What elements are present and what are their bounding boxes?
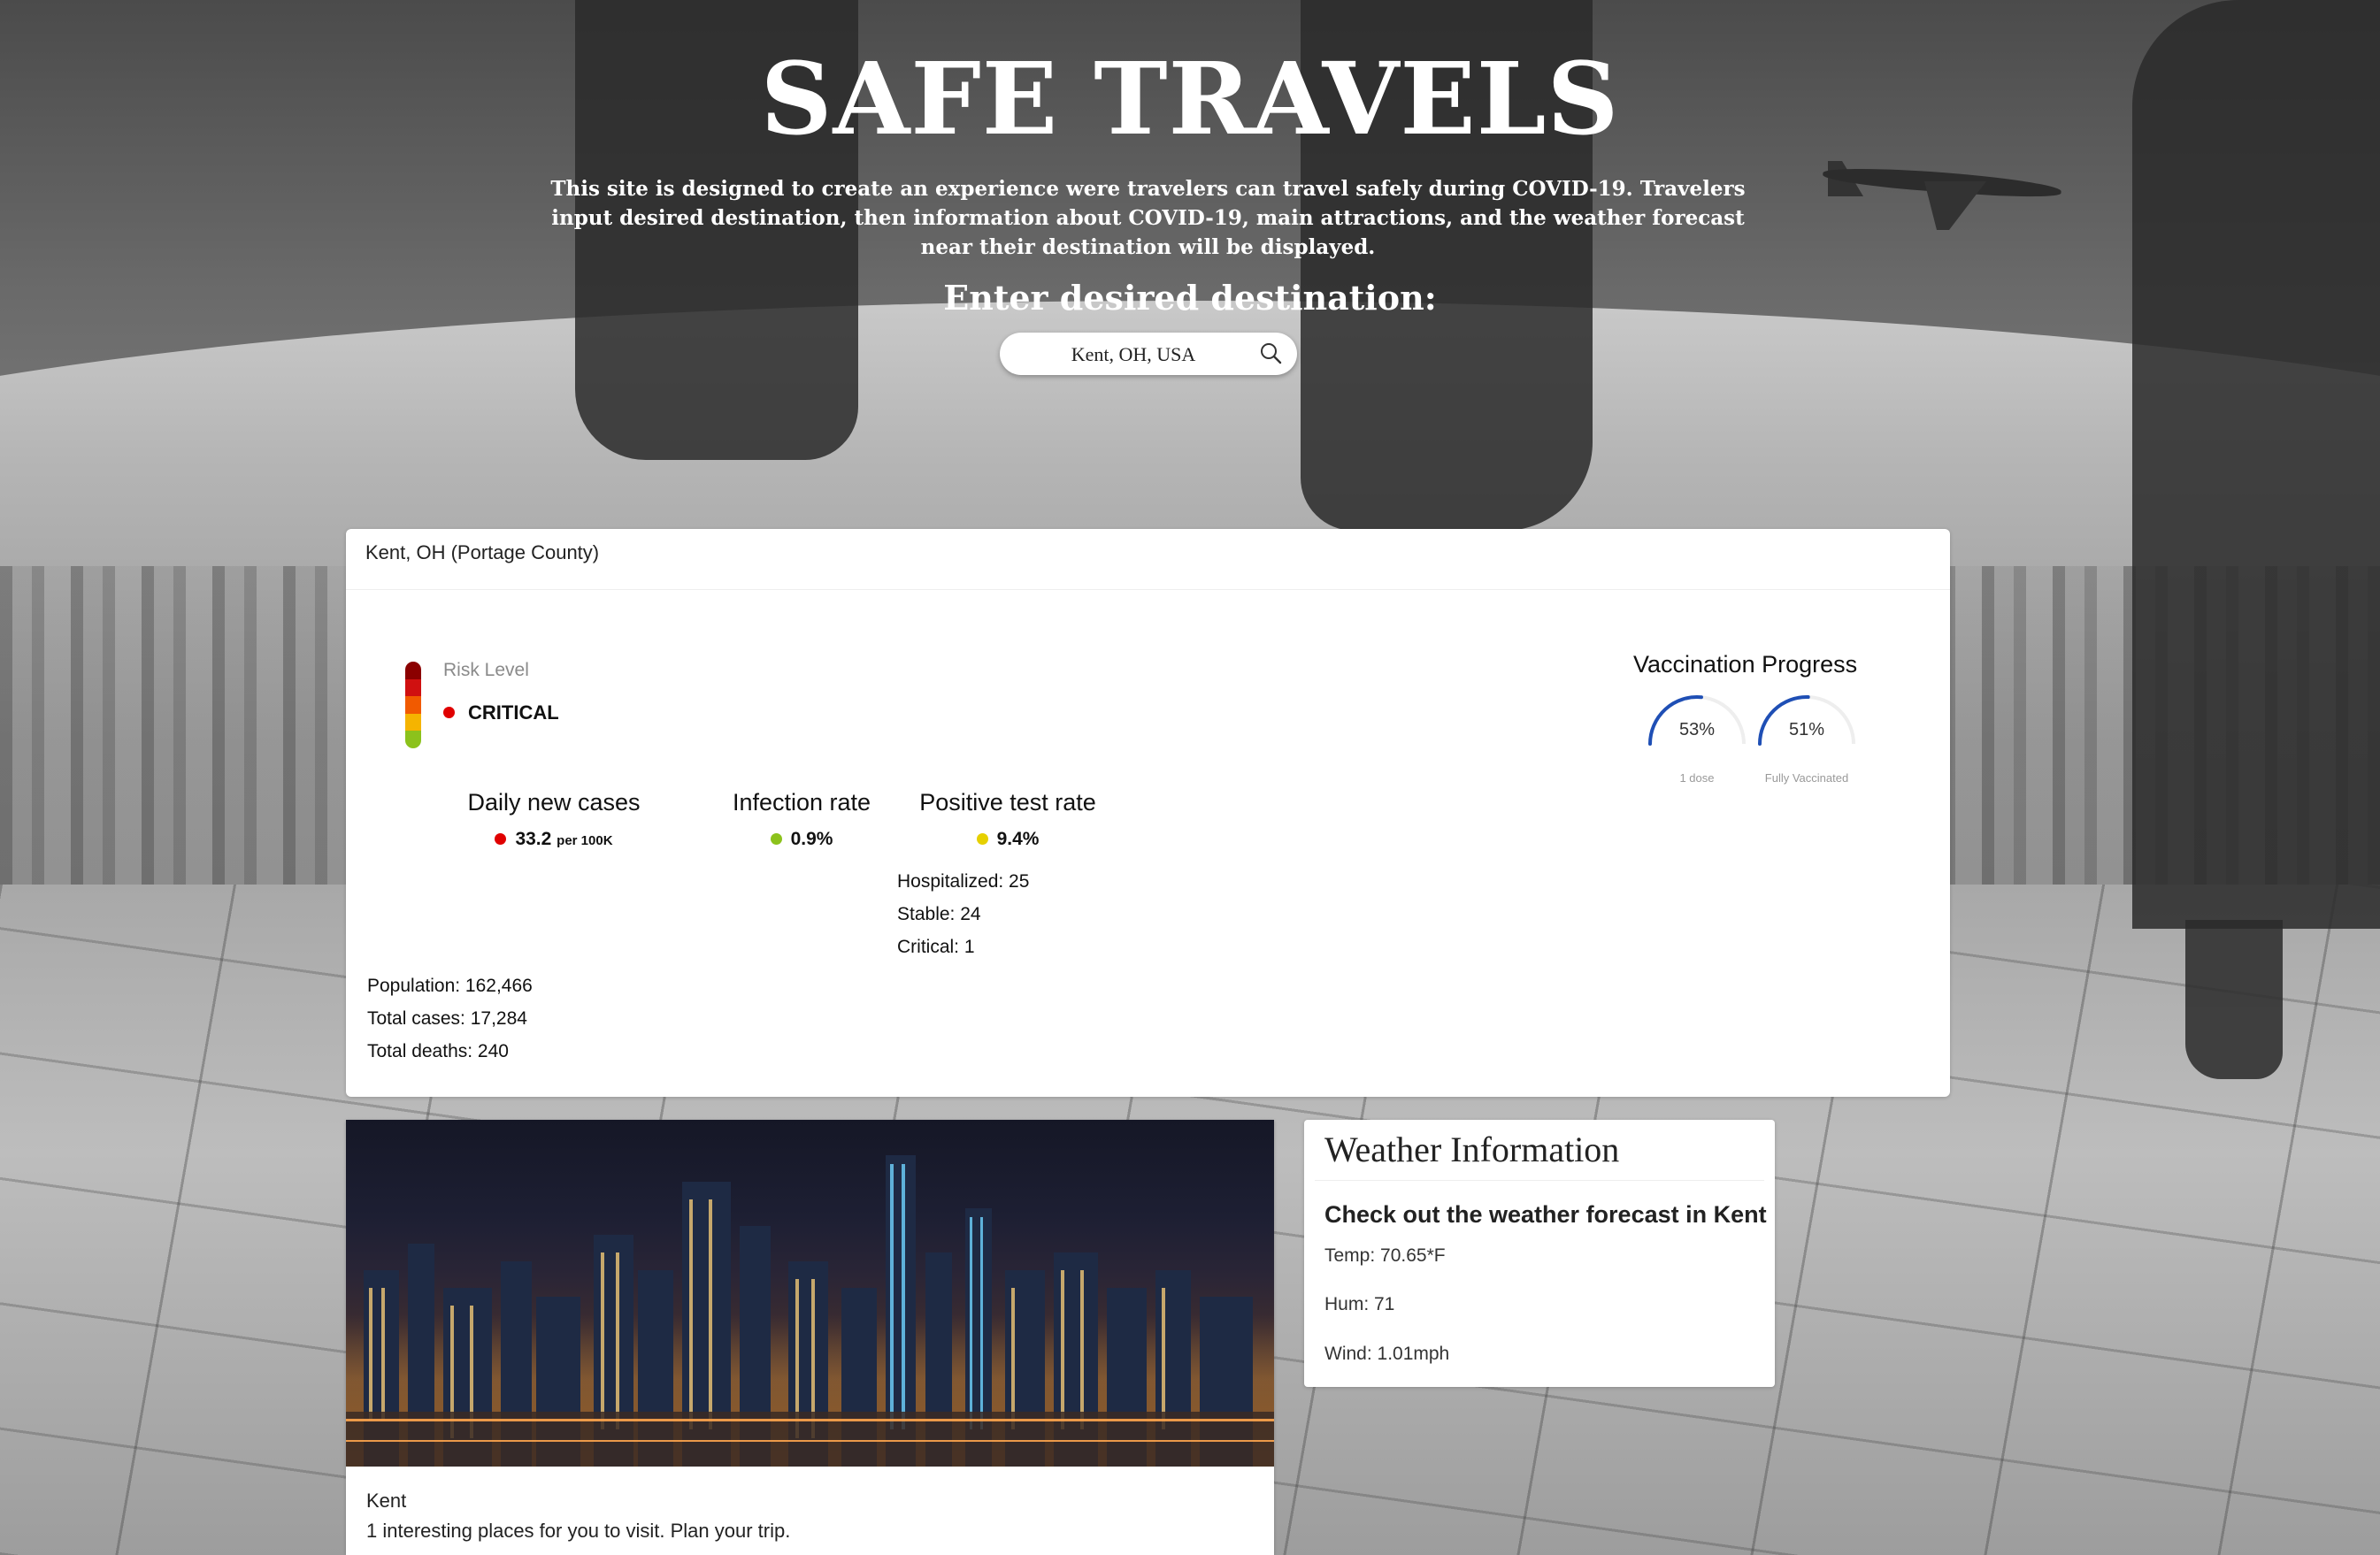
risk-level-value: CRITICAL: [468, 701, 559, 724]
vaccination-gauge-fully: 51% Fully Vaccinated: [1754, 692, 1859, 796]
metric-title: Positive test rate: [919, 789, 1096, 816]
gauge-percent: 53%: [1678, 720, 1716, 739]
gauge-label: Fully Vaccinated: [1764, 771, 1849, 785]
weather-humidity: Hum: 71: [1324, 1294, 1395, 1314]
daily-new-cases-value: 33.2: [515, 829, 552, 849]
hospital-stats: Hospitalized: 25 Stable: 24 Critical: 1: [897, 865, 1029, 963]
risk-level-label: Risk Level: [443, 660, 529, 680]
daily-new-cases-unit: per 100K: [557, 833, 613, 848]
site-description: This site is designed to create an exper…: [550, 177, 1746, 259]
critical-count: Critical: 1: [897, 937, 975, 957]
totals-stats: Population: 162,466 Total cases: 17,284 …: [367, 969, 533, 1068]
attractions-card[interactable]: Kent 1 interesting places for you to vis…: [346, 1120, 1274, 1555]
hospitalized-count: Hospitalized: 25: [897, 871, 1030, 892]
weather-card-title: Weather Information: [1324, 1130, 1620, 1169]
total-cases-count: Total cases: 17,284: [367, 1008, 527, 1029]
metric-status-dot: [770, 833, 782, 845]
risk-scale-segment: [405, 713, 421, 732]
vaccination-gauge-1-dose: 53% 1 dose: [1645, 692, 1749, 796]
gauge-percent: 51%: [1788, 720, 1825, 739]
total-deaths-count: Total deaths: 240: [367, 1041, 509, 1061]
attraction-summary: 1 interesting places for you to visit. P…: [366, 1520, 791, 1542]
weather-card: Weather Information Check out the weathe…: [1304, 1120, 1775, 1387]
destination-search-bar: [1000, 333, 1297, 377]
location-name: Kent, OH (Portage County): [365, 541, 600, 563]
risk-level-scale: [405, 662, 421, 748]
risk-scale-segment: [405, 662, 421, 679]
attraction-city-name: Kent: [366, 1490, 407, 1512]
background-person-leg: [2185, 920, 2283, 1079]
skyline-illustration: [346, 1155, 1274, 1467]
city-skyline-image: [346, 1120, 1274, 1467]
risk-status-dot: [443, 707, 455, 718]
risk-scale-segment: [405, 696, 421, 714]
infection-rate-value: 0.9%: [790, 829, 833, 849]
page-title: SAFE TRAVELS: [760, 42, 1620, 157]
positive-test-rate-value: 9.4%: [996, 829, 1040, 849]
divider: [1315, 1180, 1764, 1181]
metric-value: 9.4%: [857, 829, 1158, 850]
search-icon[interactable]: [1258, 341, 1285, 367]
destination-prompt: Enter desired destination:: [943, 278, 1437, 318]
risk-scale-segment: [405, 731, 421, 748]
weather-temperature: Temp: 70.65*F: [1324, 1245, 1446, 1266]
population-count: Population: 162,466: [367, 976, 533, 996]
covid-card-header: Kent, OH (Portage County): [346, 529, 1950, 590]
positive-test-rate-metric: Positive test rate 9.4%: [857, 789, 1158, 850]
destination-search-input[interactable]: [1023, 333, 1244, 377]
metric-status-dot: [495, 833, 507, 845]
weather-subtitle: Check out the weather forecast in Kent: [1324, 1201, 1767, 1228]
stable-count: Stable: 24: [897, 904, 981, 924]
vaccination-progress-title: Vaccination Progress: [1633, 651, 1858, 678]
covid-info-card: Kent, OH (Portage County) Risk Level CRI…: [346, 529, 1950, 1097]
metric-status-dot: [976, 833, 988, 845]
weather-wind: Wind: 1.01mph: [1324, 1344, 1450, 1364]
risk-scale-segment: [405, 678, 421, 697]
